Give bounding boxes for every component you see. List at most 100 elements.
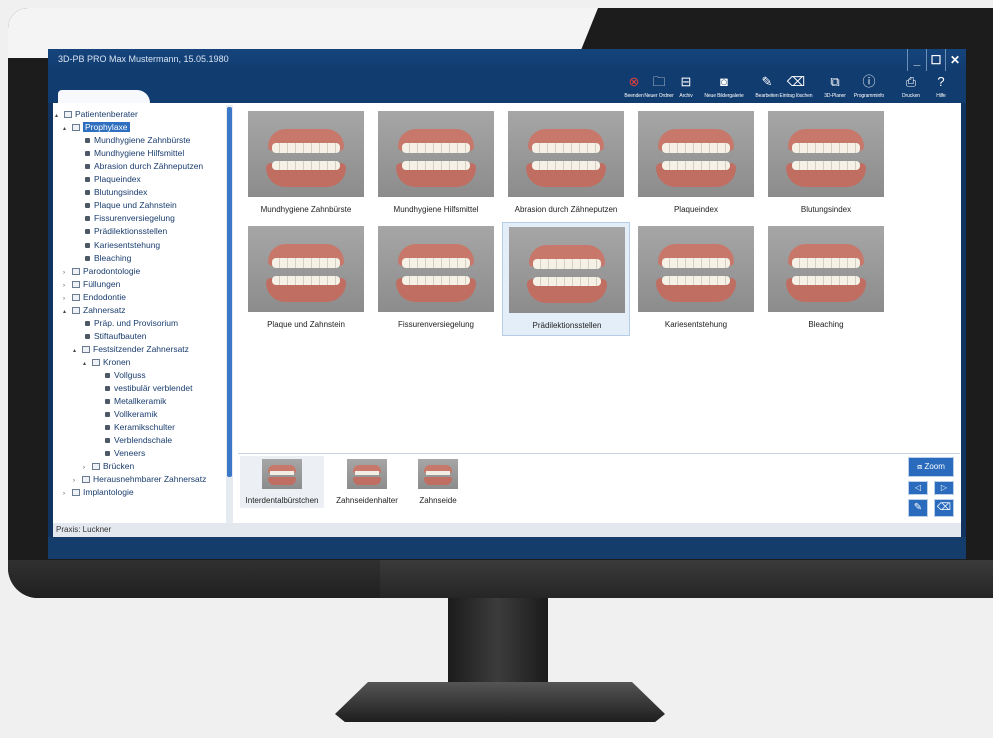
toolbar-button-planner[interactable]: ⧉ 3D-Planer — [818, 74, 852, 99]
dental-tool-image-part — [268, 477, 296, 485]
gallery-thumbnail[interactable]: Mundhygiene Hilfsmittel — [372, 107, 500, 221]
gallery-thumbnail[interactable]: Plaqueindex — [632, 107, 760, 221]
gallery-thumbnail[interactable]: Fissurenversiegelung — [372, 222, 500, 336]
gallery-thumbnail[interactable]: Mundhygiene Zahnbürste — [242, 107, 370, 221]
tree-item[interactable]: Vollguss — [93, 369, 146, 381]
tree-scrollbar-thumb[interactable] — [227, 107, 232, 477]
toolbar-button-label: Neue Bildergalerie — [704, 93, 744, 99]
tree-item[interactable]: Abrasion durch Zähneputzen — [73, 160, 203, 172]
tree-folder[interactable]: › Füllungen — [63, 278, 120, 290]
gallery-item-icon — [85, 151, 90, 157]
tree-folder[interactable]: › Parodontologie — [63, 265, 140, 277]
tree-item[interactable]: Vollkeramik — [93, 408, 157, 420]
tree-item[interactable]: Veneers — [93, 447, 145, 459]
thumbnail-caption: Plaque und Zahnstein — [267, 320, 345, 329]
expand-arrow-icon[interactable]: › — [63, 488, 72, 500]
tree-item[interactable]: Prädilektionsstellen — [73, 225, 167, 237]
tree-node-label: Mundhygiene Hilfsmittel — [94, 148, 185, 159]
gallery-item-icon — [85, 242, 90, 248]
minimize-button[interactable]: _ — [907, 49, 926, 71]
zoom-button[interactable]: ⧈ Zoom — [908, 457, 954, 477]
collapse-arrow-icon[interactable]: ▴ — [63, 123, 72, 135]
tree-item[interactable]: Mundhygiene Zahnbürste — [73, 134, 190, 146]
collapse-arrow-icon[interactable]: ▴ — [63, 306, 72, 318]
collapse-arrow-icon[interactable]: ▴ — [83, 358, 92, 370]
main-tab[interactable] — [58, 90, 150, 103]
sub-image-thumbnail[interactable]: Zahnseide — [410, 456, 466, 508]
tree-item[interactable]: Keramikschulter — [93, 421, 175, 433]
tree-item[interactable]: Verblendschale — [93, 434, 172, 446]
thumbnail-caption: Blutungsindex — [800, 205, 852, 214]
gallery-thumbnail[interactable]: Abrasion durch Zähneputzen — [502, 107, 630, 221]
tree-item[interactable]: Präp. und Provisorium — [73, 317, 178, 329]
tree-item[interactable]: Stiftaufbauten — [73, 330, 146, 342]
close-button[interactable]: ✕ — [945, 49, 964, 71]
tree-folder[interactable]: › Implantologie — [63, 486, 134, 498]
thumbnail-caption: Prädilektionsstellen — [532, 321, 602, 330]
camera-icon: ◙ — [720, 74, 728, 89]
lower-band — [48, 537, 966, 559]
tree-node-label: Stiftaufbauten — [94, 330, 147, 341]
gallery-item-icon — [105, 438, 110, 444]
next-button[interactable]: ▷ — [934, 481, 954, 495]
tree-node-label: Brücken — [103, 461, 135, 472]
window-controls: _ ☐ ✕ — [907, 49, 964, 71]
tree-item[interactable]: Blutungsindex — [73, 186, 147, 198]
gallery-item-icon — [85, 203, 90, 209]
folder-icon — [72, 293, 80, 301]
info-icon: ⓘ — [862, 74, 876, 89]
dental-model-teeth-bot — [533, 277, 601, 286]
folder-icon — [92, 463, 100, 471]
gallery-thumbnail[interactable]: Blutungsindex — [762, 107, 890, 221]
gallery-item-icon — [85, 320, 90, 326]
tree-item[interactable]: Metallkeramik — [93, 395, 166, 407]
tree-item[interactable]: Plaqueindex — [73, 173, 141, 185]
collapse-arrow-icon[interactable]: ▴ — [73, 345, 82, 357]
toolbar-button-camera[interactable]: ◙ Neue Bildergalerie — [698, 74, 750, 99]
tree-folder[interactable]: ▴ Patientenberater — [55, 108, 138, 120]
gallery-item-icon — [85, 216, 90, 222]
dental-tool-image-part — [426, 471, 450, 475]
tree-node-label: Vollguss — [114, 370, 146, 380]
tree-node-label: Abrasion durch Zähneputzen — [94, 161, 204, 172]
tree-folder[interactable]: › Herausnehmbarer Zahnersatz — [73, 473, 206, 485]
gallery-thumbnail[interactable]: Prädilektionsstellen — [502, 222, 630, 336]
tree-folder[interactable]: ▴ Prophylaxe — [63, 121, 130, 133]
gallery-item-icon — [105, 373, 110, 378]
dental-model-teeth-top — [792, 258, 860, 268]
tree-folder[interactable]: ▴ Zahnersatz — [63, 304, 126, 316]
tree-item[interactable]: Fissurenversiegelung — [73, 212, 175, 224]
tree-item[interactable]: Bleaching — [73, 252, 131, 264]
tree-item[interactable]: vestibulär verblendet — [93, 382, 192, 394]
tree-folder[interactable]: › Endodontie — [63, 291, 126, 303]
sub-image-thumbnail[interactable]: Zahnseidenhalter — [330, 456, 404, 508]
prev-button[interactable]: ◁ — [908, 481, 928, 495]
dental-model-teeth-top — [272, 258, 340, 268]
edit-button[interactable]: ✎ — [908, 499, 928, 517]
maximize-button[interactable]: ☐ — [926, 49, 945, 71]
toolbar-button-trash[interactable]: ⌫ Eintrag löschen — [779, 74, 813, 99]
tree-folder[interactable]: › Brücken — [83, 460, 134, 472]
gallery-thumbnail[interactable]: Kariesentstehung — [632, 222, 760, 336]
sub-image-thumbnail[interactable]: Interdentalbürstchen — [240, 456, 324, 508]
toolbar-button-info[interactable]: ⓘ Programminfo — [852, 74, 886, 99]
toolbar-button-label: Hilfe — [936, 93, 946, 99]
delete-button[interactable]: ⌫ — [934, 499, 954, 517]
monitor-chin-highlight — [380, 560, 993, 598]
tree-folder[interactable]: ▴ Festsitzender Zahnersatz — [73, 343, 189, 355]
tree-scrollbar[interactable] — [226, 105, 233, 523]
trash-icon: ⌫ — [936, 502, 952, 513]
toolbar-button-help[interactable]: ? Hilfe — [924, 74, 958, 99]
gallery-thumbnail[interactable]: Plaque und Zahnstein — [242, 222, 370, 336]
tree-node-label: Zahnersatz — [83, 304, 126, 315]
tree-item[interactable]: Plaque und Zahnstein — [73, 199, 177, 211]
tree-item[interactable]: Kariesentstehung — [73, 239, 160, 251]
dental-model-teeth-bot — [272, 161, 340, 170]
tree-node-label: Füllungen — [83, 278, 121, 289]
toolbar-button-printer[interactable]: ⎙ Drucken — [894, 74, 928, 99]
monitor-stand-neck — [448, 598, 548, 686]
folder-icon — [72, 280, 80, 288]
gallery-thumbnail[interactable]: Bleaching — [762, 222, 890, 336]
tree-folder[interactable]: ▴ Kronen — [83, 356, 130, 368]
tree-item[interactable]: Mundhygiene Hilfsmittel — [73, 147, 184, 159]
